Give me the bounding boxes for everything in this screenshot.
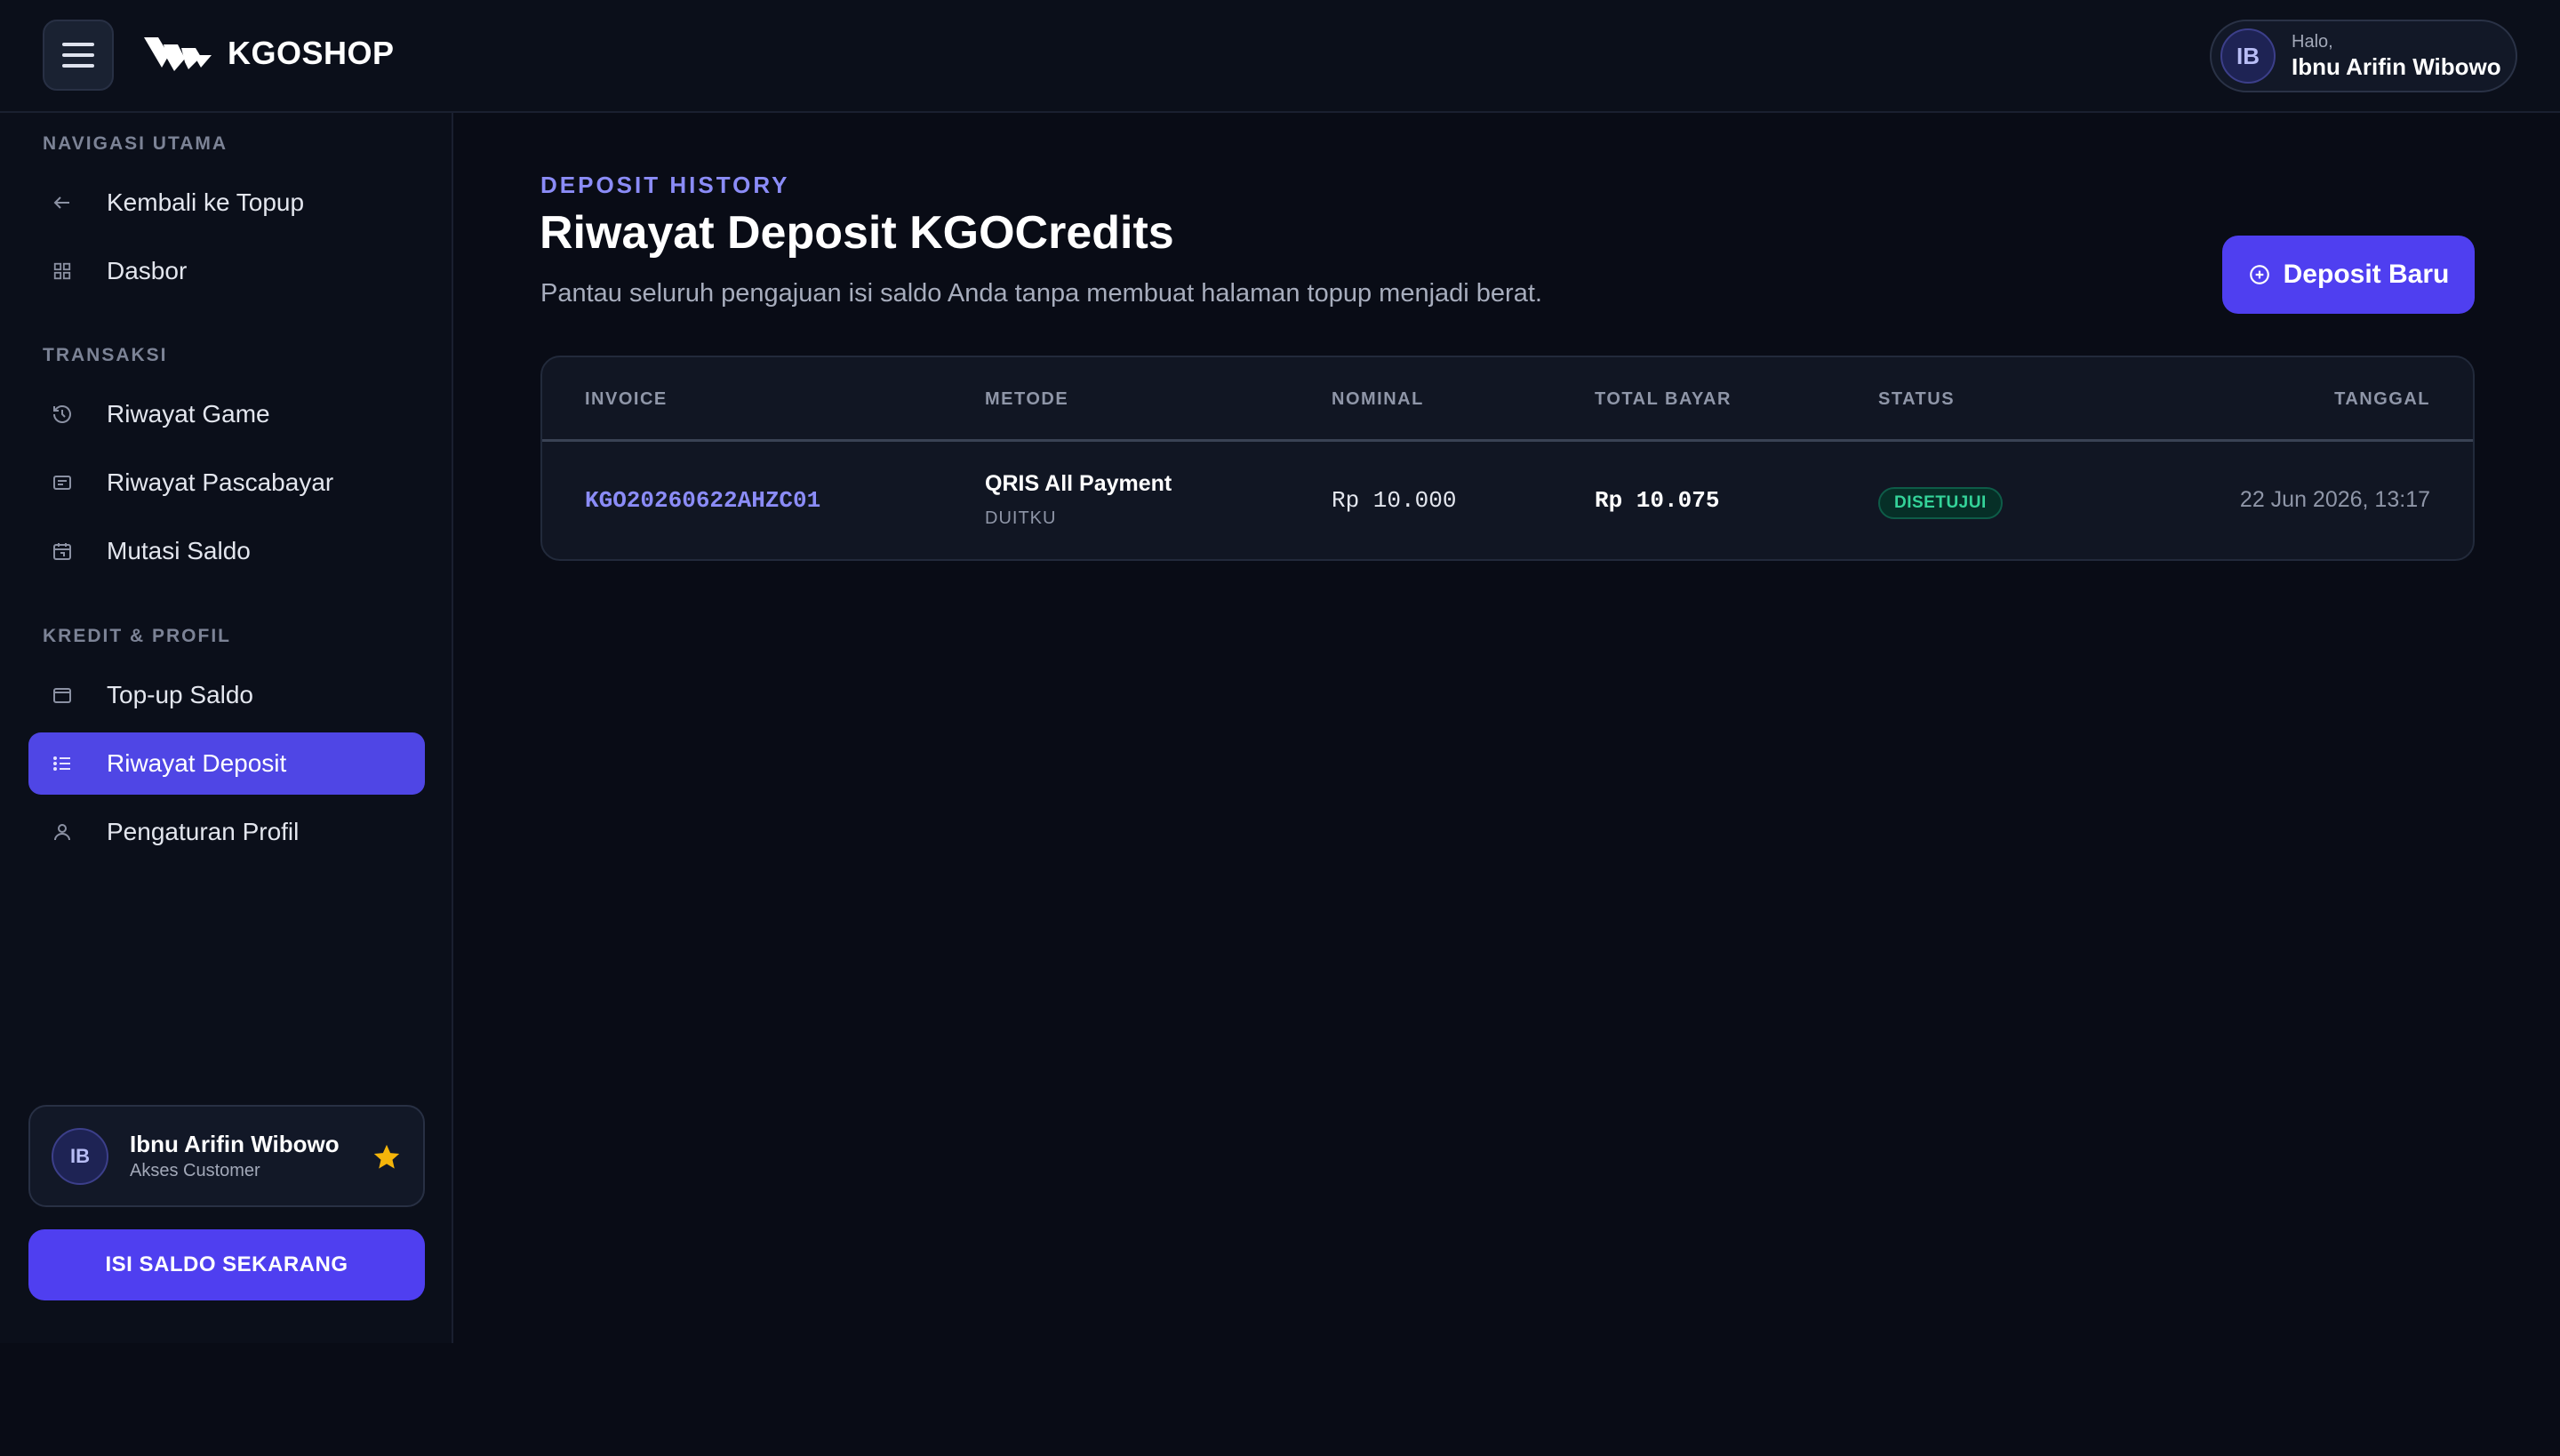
- total-payment-value: Rp 10.075: [1595, 487, 1720, 514]
- sidebar-item-riwayat-game[interactable]: Riwayat Game: [28, 383, 425, 445]
- sidebar-item-kembali-ke-topup[interactable]: Kembali ke Topup: [28, 172, 425, 234]
- nominal-value: Rp 10.000: [1332, 487, 1457, 514]
- column-header-invoice: INVOICE: [585, 389, 668, 409]
- new-deposit-button[interactable]: Deposit Baru: [2222, 236, 2475, 314]
- receipt-icon: [50, 470, 75, 495]
- profile-role: Akses Customer: [130, 1160, 260, 1180]
- topup-now-button[interactable]: ISI SALDO SEKARANG: [28, 1229, 425, 1300]
- status-badge: DISETUJUI: [1878, 487, 2003, 519]
- payment-provider: DUITKU: [985, 508, 1057, 528]
- sidebar-item-top-up-saldo[interactable]: Top-up Saldo: [28, 664, 425, 726]
- sidebar-item-label: Pengaturan Profil: [107, 818, 300, 845]
- hamburger-line: [62, 43, 94, 46]
- deposit-table: INVOICE METODE NOMINAL TOTAL BAYAR STATU…: [540, 356, 2475, 561]
- column-header-nominal: NOMINAL: [1332, 389, 1424, 409]
- sidebar-item-pengaturan-profil[interactable]: Pengaturan Profil: [28, 801, 425, 863]
- sidebar-item-label: Riwayat Pascabayar: [107, 468, 334, 496]
- page-subtitle: Pantau seluruh pengajuan isi saldo Anda …: [540, 279, 1542, 308]
- new-deposit-label: Deposit Baru: [2283, 260, 2450, 289]
- sidebar-section-label: NAVIGASI UTAMA: [43, 133, 228, 154]
- invoice-link[interactable]: KGO20260622AHZC01: [585, 487, 820, 514]
- sidebar-item-riwayat-pascabayar[interactable]: Riwayat Pascabayar: [28, 452, 425, 514]
- top-header: KGOSHOP IB Halo, Ibnu Arifin Wibowo: [0, 0, 2560, 113]
- column-header-metode: METODE: [985, 389, 1069, 409]
- plus-circle-icon: [2249, 265, 2269, 284]
- star-icon: [373, 1144, 400, 1169]
- arrow-left-icon: [50, 190, 75, 215]
- sidebar-item-riwayat-deposit[interactable]: Riwayat Deposit: [28, 732, 425, 795]
- column-header-tanggal: TANGGAL: [2334, 389, 2430, 409]
- greeting-text: Halo,: [2292, 32, 2333, 52]
- avatar: IB: [52, 1127, 108, 1185]
- column-header-status: STATUS: [1878, 389, 1956, 409]
- sidebar-item-label: Kembali ke Topup: [107, 188, 305, 216]
- user-menu[interactable]: IB Halo, Ibnu Arifin Wibowo: [2210, 20, 2517, 92]
- grid-icon: [50, 259, 75, 284]
- list-icon: [50, 751, 75, 776]
- sidebar-section-label: KREDIT & PROFIL: [43, 626, 231, 646]
- hamburger-line: [62, 64, 94, 68]
- brand-name: KGOSHOP: [228, 35, 395, 71]
- sidebar-item-dasbor[interactable]: Dasbor: [28, 240, 425, 302]
- payment-method: QRIS All Payment: [985, 471, 1172, 496]
- history-icon: [50, 402, 75, 427]
- sidebar-item-label: Mutasi Saldo: [107, 537, 251, 564]
- calendar-icon: [50, 539, 75, 564]
- hamburger-menu-button[interactable]: [43, 20, 114, 91]
- sidebar-item-label: Top-up Saldo: [107, 681, 254, 708]
- page-eyebrow: DEPOSIT HISTORY: [540, 172, 790, 198]
- kgoshop-logo-icon: [144, 37, 212, 71]
- sidebar-section-label: TRANSAKSI: [43, 345, 168, 365]
- brand[interactable]: KGOSHOP: [142, 25, 395, 82]
- user-name: Ibnu Arifin Wibowo: [2292, 53, 2501, 80]
- hamburger-line: [62, 53, 94, 57]
- sidebar-item-mutasi-saldo[interactable]: Mutasi Saldo: [28, 520, 425, 582]
- profile-card[interactable]: IB Ibnu Arifin Wibowo Akses Customer: [28, 1105, 425, 1207]
- column-header-total-bayar: TOTAL BAYAR: [1595, 389, 1732, 409]
- sidebar-item-label: Riwayat Game: [107, 400, 270, 428]
- date-value: 22 Jun 2026, 13:17: [2239, 487, 2430, 512]
- sidebar-item-label: Dasbor: [107, 257, 188, 284]
- table-header: INVOICE METODE NOMINAL TOTAL BAYAR STATU…: [542, 357, 2473, 442]
- profile-name: Ibnu Arifin Wibowo: [130, 1130, 340, 1157]
- sidebar-item-label: Riwayat Deposit: [107, 749, 287, 777]
- page-title: Riwayat Deposit KGOCredits: [540, 207, 1174, 259]
- avatar: IB: [2220, 28, 2276, 84]
- user-icon: [50, 820, 75, 844]
- wallet-icon: [50, 683, 75, 708]
